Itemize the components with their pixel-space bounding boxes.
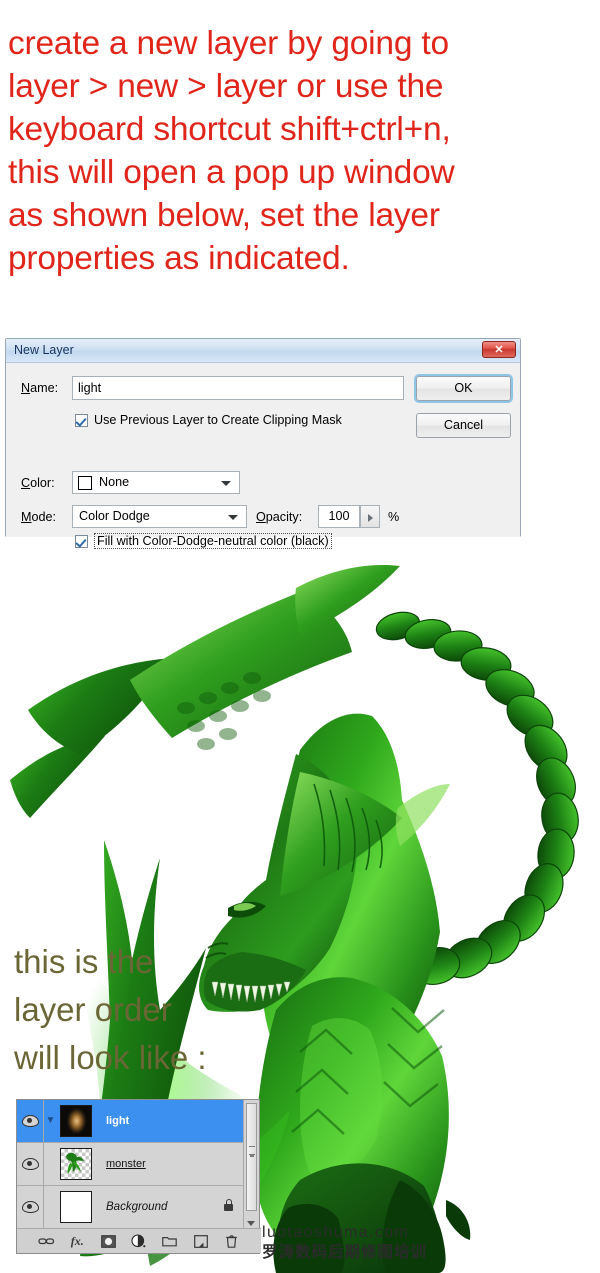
- dialog-title: New Layer: [14, 343, 74, 357]
- eye-icon: [21, 1115, 39, 1127]
- chevron-down-icon: [228, 515, 238, 520]
- checkbox-icon[interactable]: [75, 534, 88, 548]
- link-layers-icon[interactable]: [37, 1233, 55, 1249]
- watermark-chinese-text: 罗涛数码后期修图培训: [262, 1244, 428, 1261]
- name-label: Name:: [21, 381, 58, 395]
- opacity-stepper-arrow-icon[interactable]: [360, 505, 380, 528]
- new-group-icon[interactable]: [161, 1233, 179, 1249]
- dialog-title-bar: New Layer ✕: [6, 339, 520, 363]
- scrollbar-grip-icon: [249, 1146, 255, 1155]
- new-layer-dialog: New Layer ✕ Name: light Use Previous Lay…: [5, 338, 521, 549]
- fill-neutral-color-checkbox-row[interactable]: Fill with Color-Dodge-neutral color (bla…: [75, 533, 332, 549]
- name-label-rest: ame:: [30, 381, 59, 395]
- cancel-button[interactable]: Cancel: [416, 413, 511, 438]
- mode-label-rest: ode:: [31, 510, 57, 524]
- adjustment-layer-icon[interactable]: [130, 1233, 148, 1249]
- photoshop-layers-panel: ▼ light monster Background fx.: [16, 1099, 261, 1254]
- opacity-accel-key: O: [256, 510, 266, 524]
- add-layer-mask-icon[interactable]: [99, 1233, 117, 1249]
- opacity-label: Opacity:: [256, 510, 302, 524]
- layer-row-background[interactable]: Background: [17, 1186, 245, 1229]
- layer-name-input[interactable]: light: [72, 376, 404, 400]
- color-dropdown-value: None: [99, 475, 130, 489]
- panel-scrollbar[interactable]: [243, 1100, 259, 1228]
- blend-mode-dropdown[interactable]: Color Dodge: [72, 505, 247, 528]
- layer-name-light: light: [106, 1115, 130, 1127]
- color-accel-key: C: [21, 476, 31, 490]
- layer-visibility-toggle-monster[interactable]: [17, 1143, 44, 1185]
- scrollbar-thumb[interactable]: [246, 1103, 257, 1211]
- lock-icon: [224, 1198, 233, 1211]
- layer-visibility-toggle-background[interactable]: [17, 1186, 44, 1228]
- layer-visibility-toggle-light[interactable]: [17, 1100, 44, 1142]
- color-swatch-icon: [78, 476, 92, 490]
- name-accel-key: N: [21, 381, 31, 395]
- eye-icon: [21, 1158, 39, 1170]
- layer-thumbnail-background[interactable]: [60, 1191, 92, 1223]
- watermark: luotaoshuma.com 罗涛数码后期修图培训: [262, 1224, 427, 1262]
- delete-layer-icon[interactable]: [222, 1233, 240, 1249]
- layers-panel-toolbar: fx.: [17, 1228, 261, 1253]
- layer-thumbnail-light[interactable]: [60, 1105, 92, 1137]
- fill-neutral-color-label: Fill with Color-Dodge-neutral color (bla…: [94, 533, 332, 549]
- new-layer-icon[interactable]: [192, 1233, 210, 1249]
- close-icon[interactable]: ✕: [482, 341, 516, 358]
- layer-order-caption: this is the layer order will look like :: [14, 943, 207, 1076]
- blend-mode-value: Color Dodge: [79, 509, 150, 523]
- layer-thumbnail-monster[interactable]: [60, 1148, 92, 1180]
- layer-style-fx-icon[interactable]: fx.: [68, 1233, 86, 1249]
- mode-label: Mode:: [21, 510, 56, 524]
- color-dropdown[interactable]: None: [72, 471, 240, 494]
- opacity-label-rest: pacity:: [265, 510, 303, 524]
- clipping-mask-checkbox-row[interactable]: Use Previous Layer to Create Clipping Ma…: [75, 413, 342, 427]
- mode-accel-key: M: [21, 510, 32, 524]
- eye-icon: [21, 1201, 39, 1213]
- ok-button[interactable]: OK: [416, 376, 511, 401]
- dialog-body: Name: light Use Previous Layer to Create…: [6, 363, 520, 549]
- percent-symbol: %: [388, 510, 400, 524]
- opacity-input[interactable]: 100: [318, 505, 360, 528]
- clipping-mask-arrow-icon: ▼: [45, 1115, 56, 1126]
- color-label: Color:: [21, 476, 55, 490]
- clipping-mask-label: Use Previous Layer to Create Clipping Ma…: [94, 413, 342, 427]
- checkbox-icon[interactable]: [75, 413, 88, 427]
- layer-row-monster[interactable]: monster: [17, 1143, 245, 1186]
- chevron-down-icon: [221, 481, 231, 486]
- layer-name-background: Background: [106, 1201, 168, 1213]
- scroll-down-arrow-icon[interactable]: [247, 1221, 255, 1226]
- layer-row-light[interactable]: ▼ light: [17, 1100, 245, 1143]
- color-label-rest: olor:: [30, 476, 55, 490]
- instruction-text: create a new layer by going to layer > n…: [8, 25, 455, 277]
- layers-list: ▼ light monster Background: [17, 1100, 245, 1229]
- layer-name-monster: monster: [106, 1158, 146, 1170]
